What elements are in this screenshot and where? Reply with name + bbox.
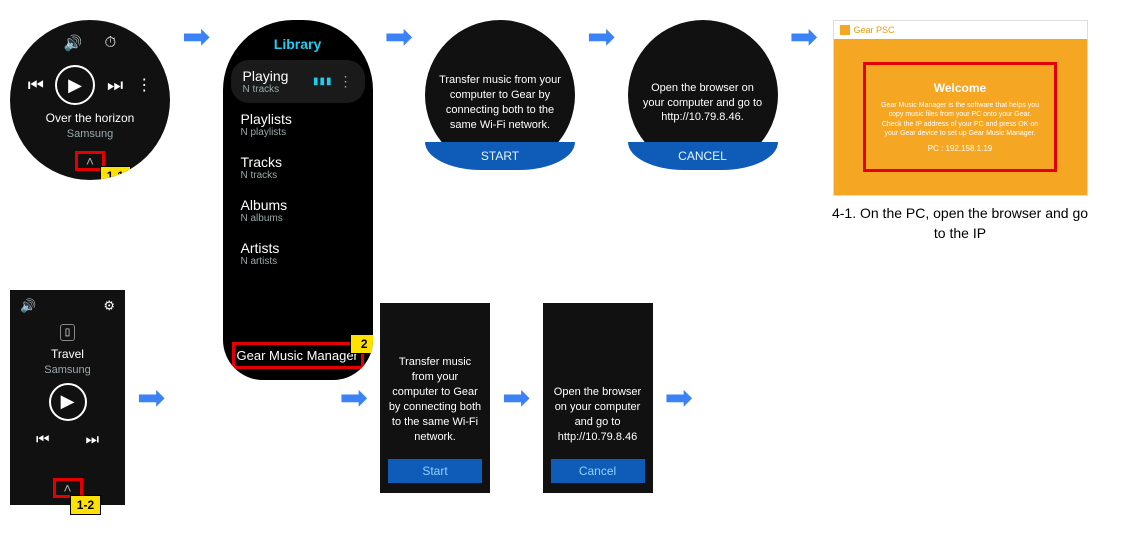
prev-icon[interactable]: ⏮ (36, 431, 50, 448)
pc-panel: Gear PSC Welcome Gear Music Manager is t… (830, 20, 1090, 243)
callout-2: 2 (350, 334, 373, 354)
next-icon[interactable]: ⏭ (107, 75, 122, 96)
watch-rect-transfer: Transfer music from your computer to Gea… (380, 303, 490, 493)
settings-icon[interactable]: ⚙ (103, 298, 115, 314)
welcome-message: Gear Music Manager is the software that … (878, 101, 1042, 137)
more-icon[interactable]: ⋮ (339, 73, 353, 90)
arrow-icon: ➡ (661, 381, 698, 415)
library-item-tracks[interactable]: Tracks N tracks (223, 146, 373, 189)
arrow-icon: ➡ (786, 20, 823, 54)
track-meta: Over the horizon Samsung (46, 111, 135, 141)
arrow-icon: ➡ (583, 20, 620, 54)
lib-playing-sub: N tracks (243, 84, 289, 95)
watch-rect-open-browser: Open the browser on your computer and go… (543, 303, 653, 493)
cancel-button[interactable]: CANCEL (628, 142, 778, 170)
player-top-icons: 🔊 ⏱ (10, 34, 170, 52)
welcome-title: Welcome (878, 81, 1042, 95)
library-item-albums[interactable]: Albums N albums (223, 189, 373, 232)
library-panel: Library Playing N tracks ▮▮▮ ⋮ Playlists… (223, 20, 373, 380)
equalizer-icon: ▮▮▮ (313, 76, 333, 87)
track-title: Over the horizon (46, 111, 135, 127)
volume-icon[interactable]: 🔊 (64, 34, 83, 52)
arrow-icon: ➡ (178, 20, 215, 54)
callout-1-2: 1-2 (70, 495, 101, 515)
welcome-ip: PC : 192.158.1.19 (878, 144, 1042, 153)
transfer-message: Transfer music from your computer to Gea… (439, 73, 561, 132)
watch-rect-player: 🔊 ⚙ ▯ Travel Samsung ▶ ⏮ ⏭ ˄ 1-2 (10, 290, 125, 505)
arrow-icon: ➡ (336, 381, 373, 415)
open-browser-message: Open the browser on your computer and go… (642, 81, 764, 126)
arrow-icon: ➡ (381, 20, 418, 54)
watch-round-player: 🔊 ⏱ ⏮ ▶ ⏭ ⋮ Over the horizon Samsung ˄ 1… (10, 20, 170, 180)
pc-browser-window: Gear PSC Welcome Gear Music Manager is t… (833, 20, 1088, 196)
arrow-icon: ➡ (133, 381, 170, 415)
library-item-gear-music-manager[interactable]: Gear Music Manager (233, 343, 363, 368)
watch-round-transfer: Transfer music from your computer to Gea… (425, 20, 575, 170)
track-artist: Samsung (46, 127, 135, 141)
pc-tab: Gear PSC (834, 21, 1087, 39)
device-icon[interactable]: ▯ (60, 324, 76, 341)
prev-icon[interactable]: ⏮ (28, 75, 43, 96)
welcome-box: Welcome Gear Music Manager is the softwa… (870, 69, 1050, 164)
arrow-icon: ➡ (498, 381, 535, 415)
pc-tab-label: Gear PSC (854, 25, 895, 35)
library-title: Library (223, 36, 373, 52)
watch-round-open-browser: Open the browser on your computer and go… (628, 20, 778, 170)
app-icon (840, 25, 850, 35)
next-icon[interactable]: ⏭ (86, 431, 100, 448)
pc-caption: 4-1. On the PC, open the browser and go … (830, 204, 1090, 243)
more-icon[interactable]: ⋮ (136, 75, 152, 95)
cancel-button[interactable]: Cancel (551, 459, 645, 483)
track-title: Travel (44, 347, 90, 363)
open-browser-message: Open the browser on your computer and go… (551, 385, 645, 444)
callout-1-1: 1-1 (100, 166, 131, 180)
start-button[interactable]: START (425, 142, 575, 170)
track-artist: Samsung (44, 363, 90, 377)
start-button[interactable]: Start (388, 459, 482, 483)
library-item-playlists[interactable]: Playlists N playlists (223, 103, 373, 146)
timer-icon[interactable]: ⏱ (104, 34, 116, 52)
pc-body: Welcome Gear Music Manager is the softwa… (834, 39, 1087, 195)
track-controls: ⏮ ▶ ⏭ ⋮ (28, 65, 152, 105)
flow-row-rect: 🔊 ⚙ ▯ Travel Samsung ▶ ⏮ ⏭ ˄ 1-2 ➡ ➡ Tra… (10, 290, 1121, 505)
play-button[interactable]: ▶ (49, 383, 87, 421)
play-button[interactable]: ▶ (55, 65, 95, 105)
transfer-message: Transfer music from your computer to Gea… (388, 355, 482, 444)
library-item-artists[interactable]: Artists N artists (223, 232, 373, 275)
volume-icon[interactable]: 🔊 (20, 298, 36, 314)
library-now-playing[interactable]: Playing N tracks ▮▮▮ ⋮ (231, 60, 365, 103)
lib-playing-label: Playing (243, 68, 289, 84)
